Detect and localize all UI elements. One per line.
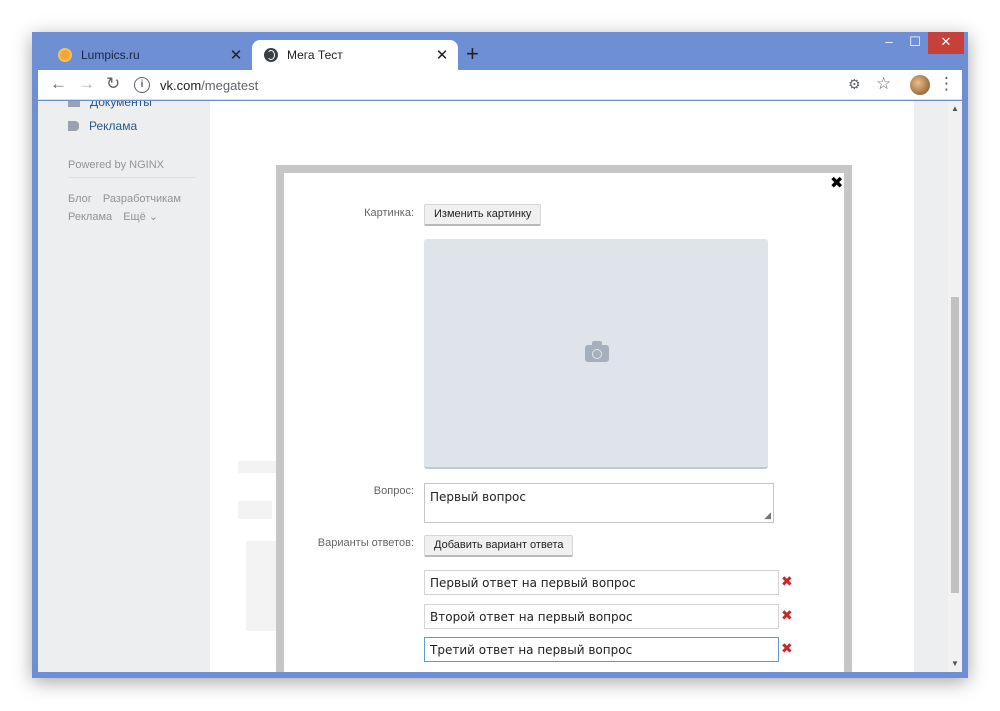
resize-handle-icon[interactable]: ◢ xyxy=(764,511,771,521)
background-placeholder xyxy=(238,461,278,473)
change-picture-button[interactable]: Изменить картинку xyxy=(424,204,542,226)
reload-icon[interactable]: ↻ xyxy=(106,74,120,94)
close-dialog-icon[interactable]: ✖ xyxy=(830,173,843,193)
forward-arrow-icon[interactable]: → xyxy=(78,74,95,94)
answer-input[interactable]: Второй ответ на первый вопрос xyxy=(424,604,779,629)
sidebar-item-ads[interactable]: Реклама xyxy=(68,119,137,133)
question-input[interactable]: Первый вопрос ◢ xyxy=(424,483,774,523)
answer-input[interactable]: Первый ответ на первый вопрос xyxy=(424,570,779,595)
add-answer-button[interactable]: Добавить вариант ответа xyxy=(424,535,574,557)
answer-input[interactable]: Третий ответ на первый вопрос xyxy=(424,637,779,662)
profile-avatar[interactable] xyxy=(910,75,930,95)
url-host: vk.com xyxy=(160,77,202,93)
edit-question-dialog: ✖ Картинка: Изменить картинку Вопрос: Пе… xyxy=(276,165,852,672)
footer-link-blog[interactable]: Блог xyxy=(68,193,92,205)
megaphone-icon xyxy=(68,121,79,131)
scroll-thumb[interactable] xyxy=(951,297,959,593)
footer-links-row: Реклама Ещё ⌄ xyxy=(68,210,166,223)
sidebar-item-label: Реклама xyxy=(89,119,138,133)
answers-label: Варианты ответов: xyxy=(317,537,414,549)
picture-placeholder[interactable] xyxy=(424,239,768,469)
minimize-button[interactable]: – xyxy=(876,32,902,54)
footer-links-row: Блог Разработчикам xyxy=(68,193,189,205)
tab-title: Lumpics.ru xyxy=(81,48,140,62)
question-value: Первый вопрос xyxy=(430,490,526,504)
back-arrow-icon[interactable]: ← xyxy=(50,74,67,94)
browser-toolbar: ← → ↻ i vk.com /megatest ⚙ ☆ ⋮ xyxy=(38,70,962,100)
sidebar-item-documents[interactable]: Документы xyxy=(68,101,152,109)
question-label: Вопрос: xyxy=(373,485,414,497)
info-icon[interactable]: i xyxy=(134,77,150,93)
tab-close-icon[interactable]: ✕ xyxy=(226,46,246,64)
lumpics-favicon-icon xyxy=(58,48,72,62)
page-viewport: Документы Реклама Powered by NGINX Блог … xyxy=(38,101,962,672)
delete-answer-icon[interactable]: ✖ xyxy=(781,640,793,657)
url-path: /megatest xyxy=(201,77,259,93)
footer-link-developers[interactable]: Разработчикам xyxy=(103,193,181,205)
close-window-button[interactable]: ✕ xyxy=(928,32,964,54)
address-bar[interactable]: i vk.com /megatest xyxy=(134,72,864,98)
scroll-down-arrow-icon[interactable]: ▼ xyxy=(948,659,962,668)
powered-by-text: Powered by NGINX xyxy=(68,159,164,171)
bookmark-star-icon[interactable]: ☆ xyxy=(876,74,891,94)
sidebar-item-label: Документы xyxy=(90,101,152,109)
extension-icon[interactable]: ⚙ xyxy=(848,76,861,93)
picture-label: Картинка: xyxy=(364,207,414,219)
maximize-button[interactable]: ☐ xyxy=(902,32,928,54)
tab-lumpics[interactable]: Lumpics.ru ✕ xyxy=(46,40,252,70)
footer-link-ads[interactable]: Реклама xyxy=(68,211,112,223)
delete-answer-icon[interactable]: ✖ xyxy=(781,607,793,624)
page-scrollbar[interactable]: ▲ ▼ xyxy=(948,101,962,672)
tab-mega-test[interactable]: Мега Тест ✕ xyxy=(252,40,458,70)
camera-icon xyxy=(585,341,609,362)
scroll-up-arrow-icon[interactable]: ▲ xyxy=(948,104,962,113)
dialog-body: ✖ Картинка: Изменить картинку Вопрос: Пе… xyxy=(284,173,844,672)
menu-kebab-icon[interactable]: ⋮ xyxy=(938,74,955,94)
globe-icon xyxy=(264,48,278,62)
tab-close-icon[interactable]: ✕ xyxy=(432,46,452,64)
browser-window: Lumpics.ru ✕ Мега Тест ✕ + – ☐ ✕ ← → ↻ i… xyxy=(32,32,968,678)
delete-answer-icon[interactable]: ✖ xyxy=(781,573,793,590)
background-placeholder xyxy=(238,501,272,519)
sidebar-divider xyxy=(68,177,196,178)
tab-strip: Lumpics.ru ✕ Мега Тест ✕ + – ☐ ✕ xyxy=(32,32,968,70)
tab-title: Мега Тест xyxy=(287,48,343,62)
background-placeholder xyxy=(246,541,276,631)
documents-icon xyxy=(68,101,80,107)
new-tab-button[interactable]: + xyxy=(466,41,479,67)
footer-link-more[interactable]: Ещё ⌄ xyxy=(123,211,158,223)
left-sidebar: Документы Реклама Powered by NGINX Блог … xyxy=(38,101,210,672)
